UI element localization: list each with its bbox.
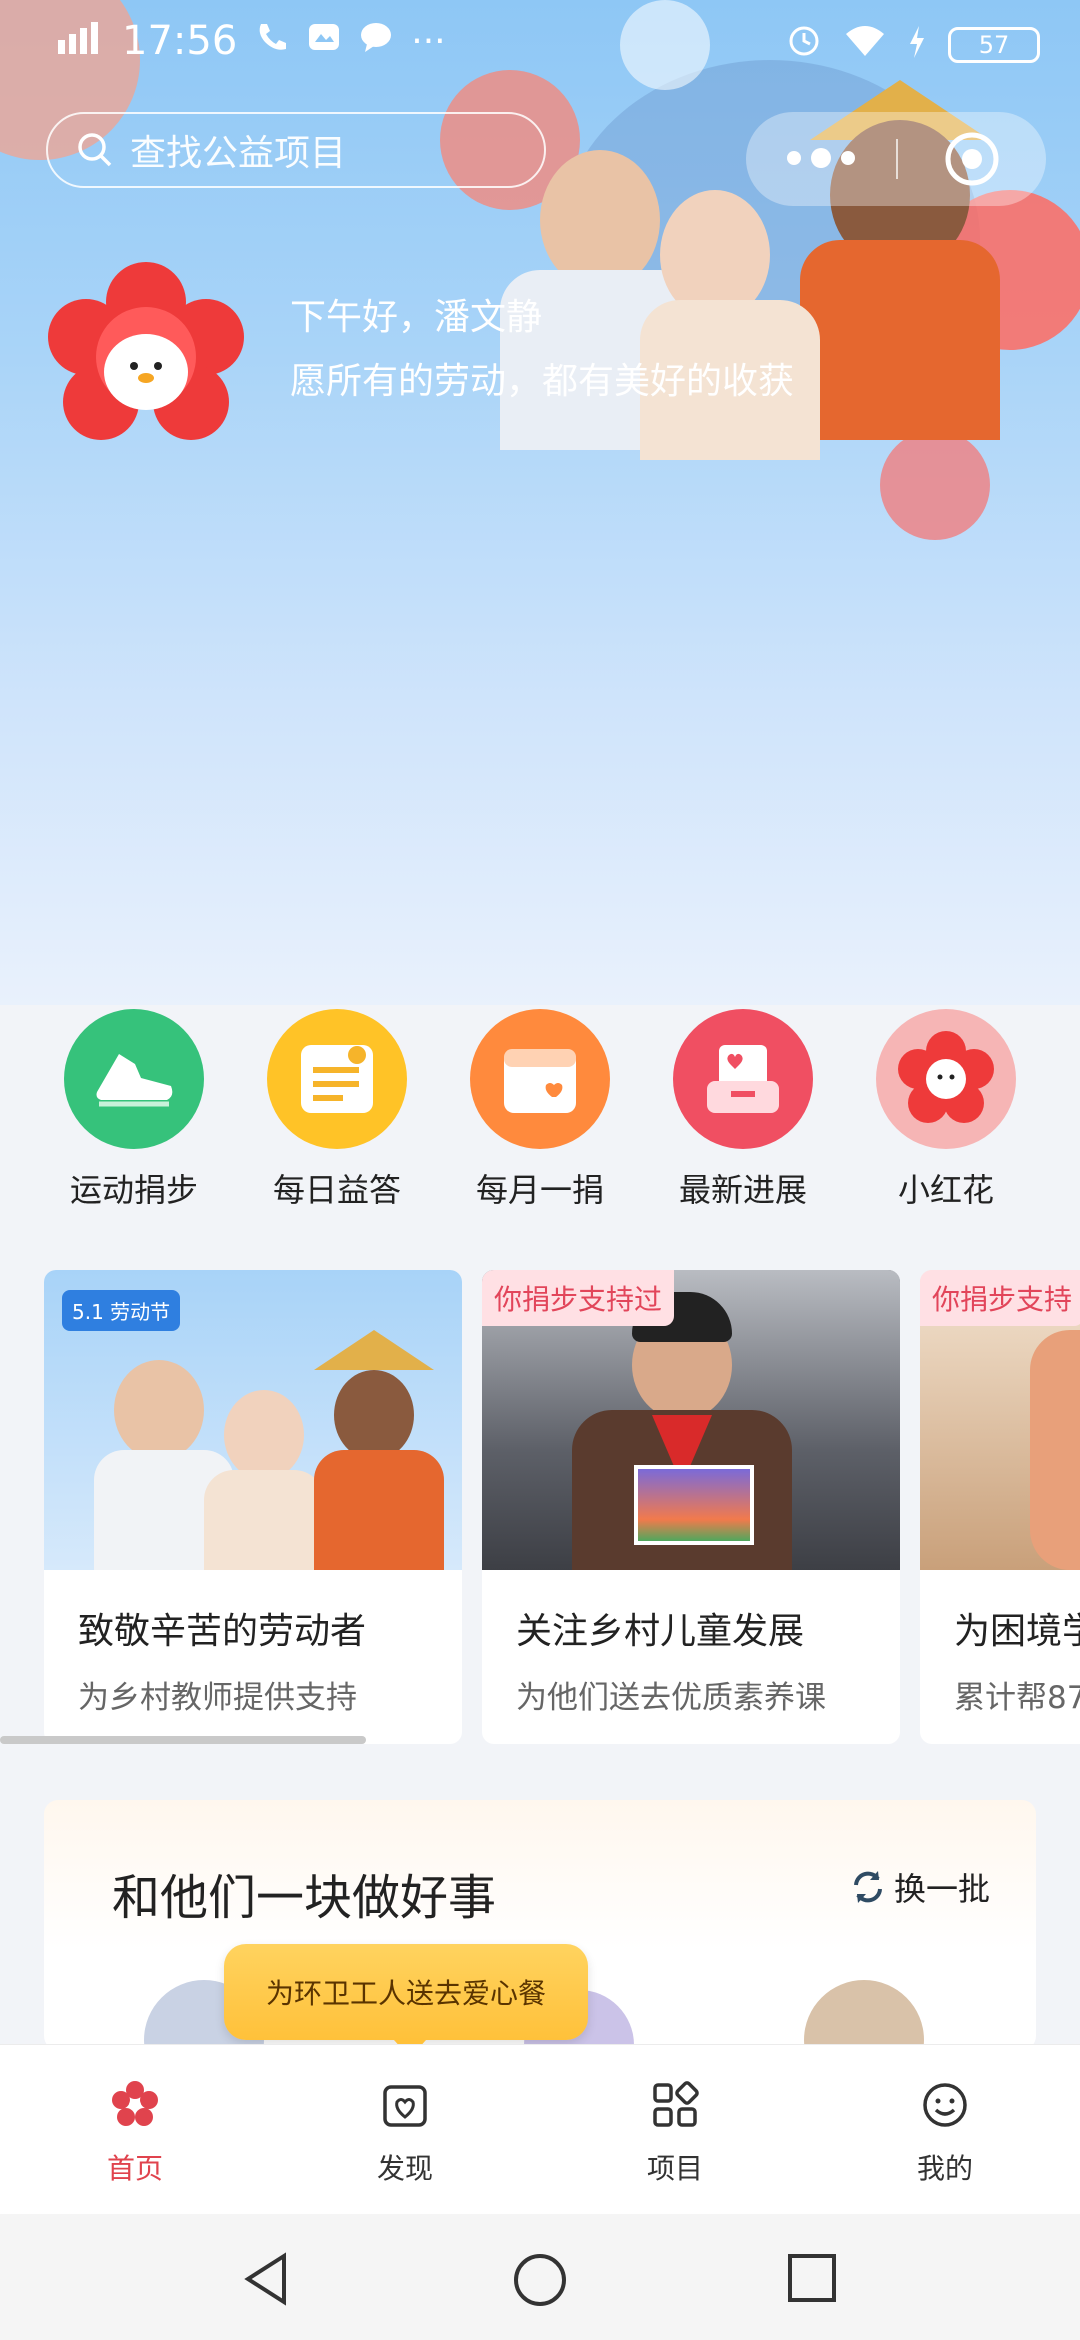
status-bar: 17:56 ··· 57	[0, 0, 1080, 84]
card-image: 你捐步支持过	[482, 1270, 900, 1570]
card-subtitle: 为他们送去优质素养课	[516, 1680, 826, 1716]
quick-entry-sport-steps[interactable]: 运动捐步	[44, 1009, 224, 1211]
alarm-icon	[786, 22, 822, 68]
sneaker-icon	[64, 1009, 204, 1149]
card-subtitle: 为乡村教师提供支持	[78, 1680, 357, 1716]
hero-banner: 17:56 ··· 57 查找公益项目 下午好，潘文静 愿所有的劳动，都有美好的…	[0, 0, 1080, 1005]
refresh-label: 换一批	[893, 1870, 990, 1908]
card-title: 关注乡村儿童发展	[516, 1611, 805, 1652]
quick-entry-daily-quiz[interactable]: 每日益答	[247, 1009, 427, 1211]
close-mini-program-button[interactable]	[898, 131, 1046, 187]
wifi-icon	[844, 22, 886, 68]
quick-entry-latest-progress[interactable]: 最新进展	[653, 1009, 833, 1211]
tab-discover[interactable]: 发现	[305, 2079, 505, 2187]
greeting-message: 愿所有的劳动，都有美好的收获	[290, 361, 795, 402]
card-image: 5.1 劳动节	[44, 1270, 462, 1570]
avatar	[804, 1980, 924, 2050]
target-icon	[945, 132, 999, 186]
card-subtitle: 累计帮87	[954, 1680, 1080, 1716]
project-card[interactable]: 你捐步支持过 关注乡村儿童发展 为他们送去优质素养课	[482, 1270, 900, 1744]
search-input[interactable]: 查找公益项目	[46, 112, 546, 188]
signal-icon	[58, 20, 104, 62]
greeting-name: 下午好，潘文静	[290, 297, 543, 338]
smile-icon	[923, 2083, 967, 2127]
mini-program-capsule	[746, 112, 1046, 206]
carousel-scroll-indicator	[0, 1736, 366, 1744]
phone-icon	[255, 18, 289, 64]
section-title: 和他们一块做好事	[112, 1870, 497, 1926]
home-button[interactable]	[512, 2252, 568, 2312]
search-placeholder: 查找公益项目	[130, 133, 347, 174]
recents-button[interactable]	[786, 2252, 838, 2308]
activity-bubble-text: 为环卫工人送去爱心餐	[265, 1977, 546, 2010]
bottom-tab-bar: 首页 发现 项目 我的	[0, 2044, 1080, 2214]
charging-icon	[908, 22, 926, 68]
refresh-button[interactable]: 换一批	[848, 1864, 990, 1910]
more-notifications-icon: ···	[411, 20, 446, 62]
quick-entries: 运动捐步 每日益答 每月一捐 最新进展 小红花	[0, 1005, 1080, 1235]
more-options-button[interactable]	[746, 147, 896, 168]
project-card[interactable]: 5.1 劳动节 致敬辛苦的劳动者 为乡村教师提供支持	[44, 1270, 462, 1744]
back-button[interactable]	[240, 2252, 294, 2310]
card-image: 你捐步支持	[920, 1270, 1080, 1570]
quiz-card-icon	[267, 1009, 407, 1149]
clock: 17:56	[122, 18, 238, 64]
activity-bubble[interactable]: 为环卫工人送去爱心餐	[224, 1944, 588, 2058]
tab-mine[interactable]: 我的	[845, 2079, 1045, 2187]
inbox-heart-icon	[673, 1009, 813, 1149]
quick-entry-monthly-donation[interactable]: 每月一捐	[450, 1009, 630, 1211]
discover-icon	[383, 2085, 427, 2127]
battery-icon: 57	[948, 27, 1040, 63]
quick-entry-red-flower[interactable]: 小红花	[856, 1009, 1036, 1211]
project-card[interactable]: 你捐步支持 为困境学 累计帮87	[920, 1270, 1080, 1744]
back-triangle-icon	[244, 2252, 286, 2306]
flower-home-icon	[112, 2081, 158, 2126]
card-title: 致敬辛苦的劳动者	[78, 1611, 367, 1652]
supported-tag: 你捐步支持过	[482, 1270, 675, 1326]
chat-icon	[359, 18, 393, 64]
card-title: 为困境学	[954, 1611, 1080, 1652]
tab-home[interactable]: 首页	[35, 2079, 235, 2187]
red-flower-icon	[876, 1009, 1016, 1149]
red-flower-mascot-icon[interactable]	[46, 262, 246, 446]
refresh-icon	[853, 1871, 882, 1903]
recents-square-icon	[788, 2254, 836, 2302]
system-navigation-bar	[0, 2214, 1080, 2340]
supported-tag: 你捐步支持	[920, 1270, 1080, 1326]
labor-day-badge: 5.1 劳动节	[62, 1290, 181, 1331]
greeting: 下午好，潘文静 愿所有的劳动，都有美好的收获	[290, 286, 794, 414]
mail-app-icon	[307, 18, 341, 64]
project-carousel: 5.1 劳动节 致敬辛苦的劳动者 为乡村教师提供支持 你捐步支持过 关注乡村儿童…	[0, 1270, 1080, 1745]
grid-icon	[653, 2081, 699, 2127]
search-icon	[78, 133, 112, 167]
tab-projects[interactable]: 项目	[575, 2079, 775, 2187]
calendar-heart-icon	[470, 1009, 610, 1149]
home-circle-icon	[514, 2254, 566, 2306]
